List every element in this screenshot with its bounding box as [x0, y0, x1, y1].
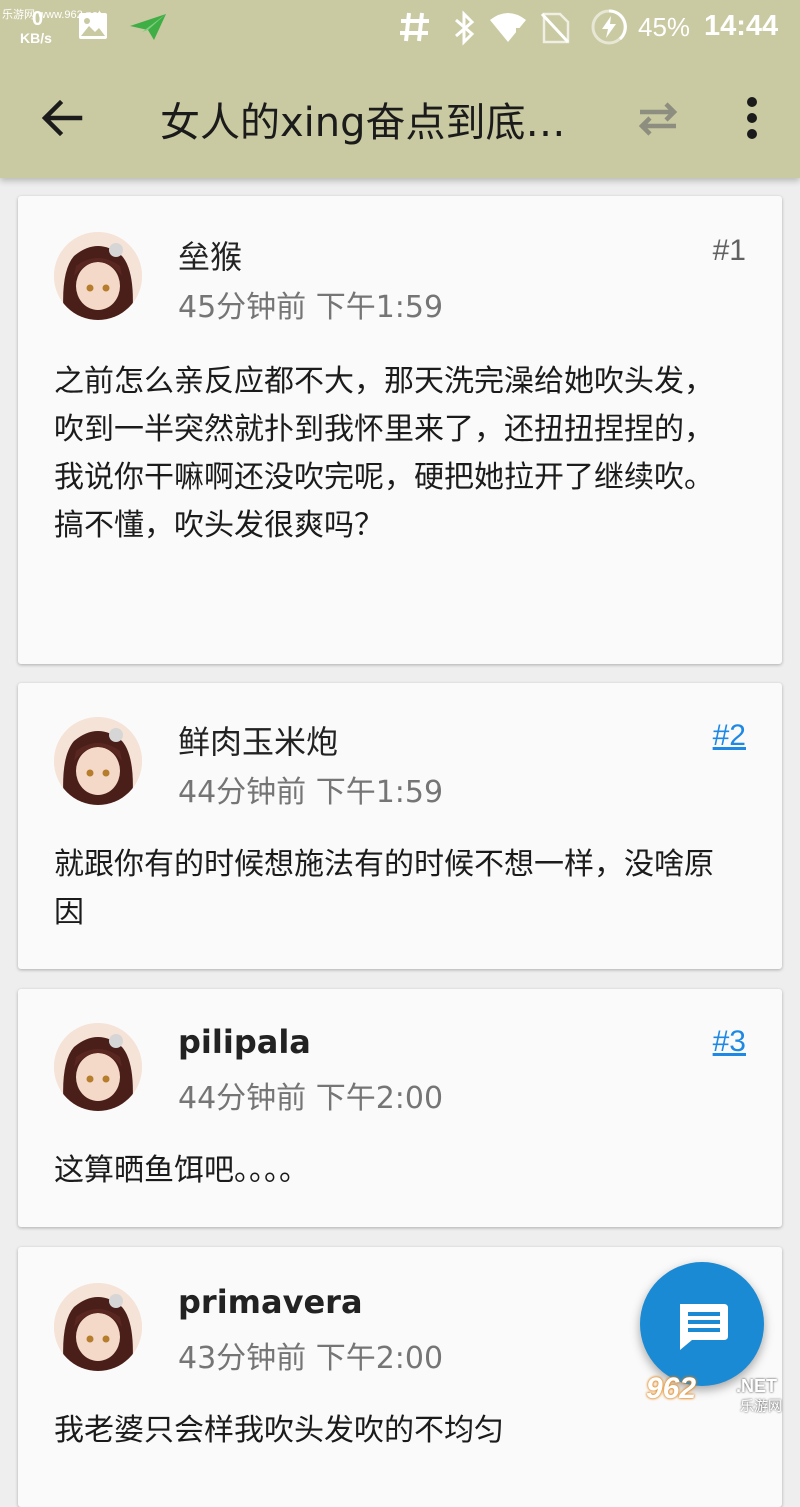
post-time: 44分钟前 下午1:59: [178, 775, 444, 810]
app-bar: 乐游网 www.962.net 0 KB/s 45% 14:44 女人的xing…: [0, 0, 800, 178]
avatar[interactable]: [54, 232, 142, 320]
watermark-logo-text: 962: [646, 1372, 697, 1405]
status-bar-left: 乐游网 www.962.net 0 KB/s: [0, 0, 260, 56]
avatar-image: [54, 1023, 142, 1111]
floor-link[interactable]: #2: [713, 719, 746, 753]
bluetooth-icon: [452, 10, 478, 50]
avatar[interactable]: [54, 717, 142, 805]
post-content: 这算晒鱼饵吧。。。。: [54, 1153, 309, 1188]
hash-icon: [398, 10, 432, 48]
back-arrow-icon: [41, 99, 83, 137]
image-icon: [78, 12, 108, 44]
status-bar: 乐游网 www.962.net 0 KB/s 45% 14:44: [0, 0, 800, 56]
battery-percent: 45%: [638, 12, 691, 42]
post-content: 之前怎么亲反应都不大，那天洗完澡给她吹头发，吹到一半突然就扑到我怀里来了，还扭扭…: [54, 364, 714, 543]
avatar-image: [54, 1283, 142, 1371]
watermark-logo: 962 .NET 乐游网: [640, 1372, 796, 1418]
watermark-net-text: .NET: [736, 1376, 778, 1396]
swap-icon: [638, 102, 678, 136]
post-time: 43分钟前 下午2:00: [178, 1341, 444, 1376]
author-name[interactable]: 鲜肉玉米炮: [178, 717, 338, 763]
post-card[interactable]: pilipala 44分钟前 下午2:00 #3 这算晒鱼饵吧。。。。: [18, 989, 782, 1227]
avatar-image: [54, 717, 142, 805]
post-content: 就跟你有的时候想施法有的时候不想一样，没啥原因: [54, 847, 714, 930]
reply-fab[interactable]: [640, 1262, 764, 1386]
avatar[interactable]: [54, 1023, 142, 1111]
toolbar: 女人的xing奋点到底…: [0, 56, 800, 178]
floor-number: #1: [712, 234, 746, 267]
post-time: 45分钟前 下午1:59: [178, 290, 444, 325]
more-vert-icon: [747, 97, 757, 139]
author-name[interactable]: 垒猴: [178, 232, 242, 278]
more-options-button[interactable]: [736, 94, 768, 142]
reply-message-icon: [680, 1304, 728, 1350]
post-card[interactable]: 垒猴 45分钟前 下午1:59 #1 之前怎么亲反应都不大，那天洗完澡给她吹头发…: [18, 196, 782, 664]
watermark-sub-text: 乐游网: [740, 1398, 782, 1414]
net-speed-value: 0: [32, 8, 44, 30]
no-sim-icon: [540, 12, 570, 48]
author-name[interactable]: pilipala: [178, 1023, 311, 1061]
page-title: 女人的xing奋点到底…: [160, 100, 566, 146]
swap-button[interactable]: [632, 96, 684, 140]
avatar[interactable]: [54, 1283, 142, 1371]
wifi-icon: [488, 10, 528, 48]
floor-link[interactable]: #3: [713, 1025, 746, 1059]
post-card[interactable]: 鲜肉玉米炮 44分钟前 下午1:59 #2 就跟你有的时候想施法有的时候不想一样…: [18, 683, 782, 969]
net-speed-unit: KB/s: [20, 30, 52, 46]
back-button[interactable]: [40, 96, 84, 140]
avatar-image: [54, 232, 142, 320]
clock: 14:44: [704, 10, 779, 42]
battery-charging-icon: [590, 8, 628, 50]
send-icon: [128, 12, 168, 46]
post-time: 44分钟前 下午2:00: [178, 1081, 444, 1116]
author-name[interactable]: primavera: [178, 1283, 363, 1321]
post-content: 我老婆只会样我吹头发吹的不均匀: [54, 1413, 504, 1448]
